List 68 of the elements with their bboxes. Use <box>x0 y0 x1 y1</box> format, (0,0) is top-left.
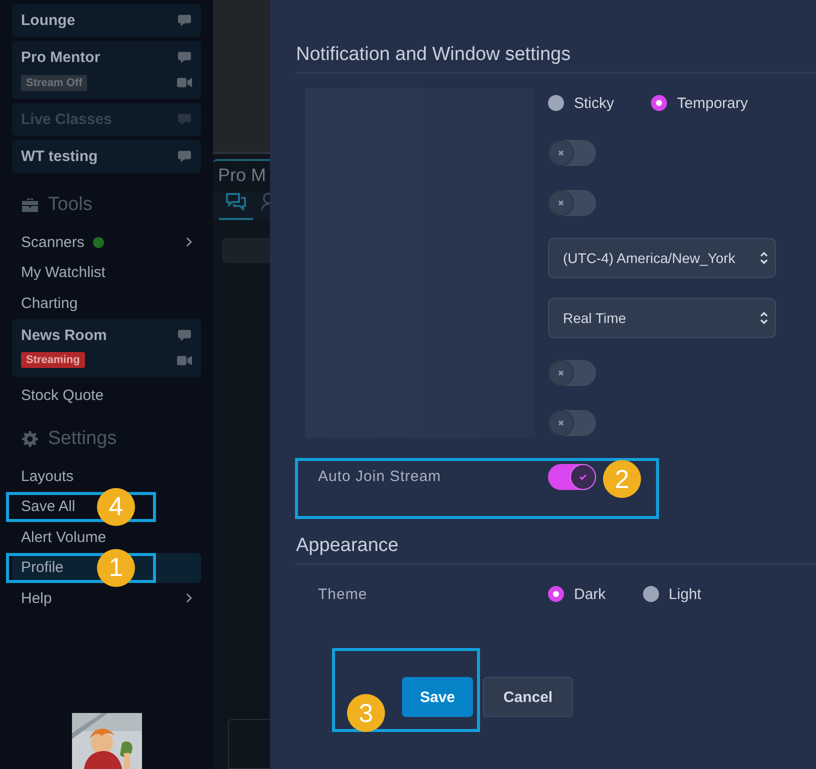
menu-item[interactable]: Charting <box>12 288 87 318</box>
step-number: 2 <box>603 460 641 498</box>
chat-icon <box>177 14 192 27</box>
close-icon <box>556 198 566 208</box>
person-icon[interactable] <box>260 192 270 212</box>
toolbox-icon <box>21 197 39 213</box>
input-field[interactable] <box>222 238 270 263</box>
cancel-button[interactable]: Cancel <box>483 677 573 717</box>
room-name: Lounge <box>21 12 76 29</box>
chat-icon <box>177 328 192 342</box>
radio-label: Dark <box>574 586 606 602</box>
section-title: Settings <box>48 428 117 450</box>
menu-item[interactable]: Stock Quote <box>12 380 113 411</box>
room-card[interactable]: Pro Mentor Stream Off <box>12 41 201 99</box>
close-icon <box>556 148 566 158</box>
up-down-arrows-icon <box>759 250 769 266</box>
room-card[interactable]: News Room Streaming <box>12 318 201 376</box>
stream-badge: Streaming <box>21 352 85 368</box>
stream-badge: Stream Off <box>21 74 88 90</box>
setting-label: Auto Join Stream <box>317 467 442 485</box>
step-number: 3 <box>347 694 385 732</box>
step-number: 4 <box>97 488 135 526</box>
setting-label: Theme <box>317 586 368 602</box>
toggle-switch[interactable] <box>548 360 596 386</box>
gear-icon <box>21 431 39 447</box>
close-icon <box>556 368 566 378</box>
toggle-switch[interactable] <box>548 190 596 216</box>
radio-option[interactable]: Sticky <box>548 94 614 112</box>
chat-icon <box>177 150 192 163</box>
menu-item[interactable]: Save All <box>12 492 84 522</box>
radio-label: Sticky <box>574 94 614 112</box>
room-name: Pro Mentor <box>21 49 100 66</box>
chat-icon <box>224 192 247 212</box>
section-heading: Appearance <box>296 535 816 565</box>
video-camera-icon <box>177 76 192 89</box>
radio-button[interactable] <box>642 586 659 602</box>
menu-item[interactable]: Scanners <box>12 227 201 258</box>
chat-icon <box>177 51 192 64</box>
section-title: Tools <box>48 194 92 216</box>
dropdown[interactable]: Real Time <box>548 298 776 338</box>
chat-icon <box>177 113 192 126</box>
radio-label: Temporary <box>677 94 748 112</box>
step-number: 1 <box>97 548 135 586</box>
radio-label: Light <box>668 586 702 602</box>
up-down-arrows-icon <box>759 310 769 326</box>
menu-item[interactable]: My Watchlist <box>12 258 114 288</box>
radio-option[interactable]: Dark <box>548 586 606 602</box>
toggle-switch[interactable] <box>548 464 596 490</box>
chat-tab[interactable] <box>219 192 253 220</box>
radio-button[interactable] <box>548 95 564 111</box>
room-name: WT testing <box>21 148 98 165</box>
toggle-switch[interactable] <box>548 410 596 436</box>
radio-option[interactable]: Light <box>642 586 702 602</box>
menu-item[interactable]: Layouts <box>12 461 83 492</box>
dropdown[interactable]: (UTC-4) America/New_York <box>548 238 776 278</box>
close-icon <box>556 418 566 428</box>
check-icon <box>578 472 588 482</box>
radio-button[interactable] <box>548 586 564 602</box>
save-button[interactable]: Save <box>402 677 473 717</box>
radio-button[interactable] <box>651 95 668 111</box>
video-camera-icon <box>177 354 192 366</box>
radio-option[interactable]: Temporary <box>651 94 748 112</box>
toggle-switch[interactable] <box>548 140 596 166</box>
panel-title: Pro M <box>217 164 268 186</box>
section-heading: Notification and Window settings <box>296 44 816 74</box>
room-card[interactable]: Lounge <box>12 4 201 37</box>
room-name: News Room <box>21 326 107 344</box>
room-card[interactable]: WT testing <box>12 140 201 173</box>
